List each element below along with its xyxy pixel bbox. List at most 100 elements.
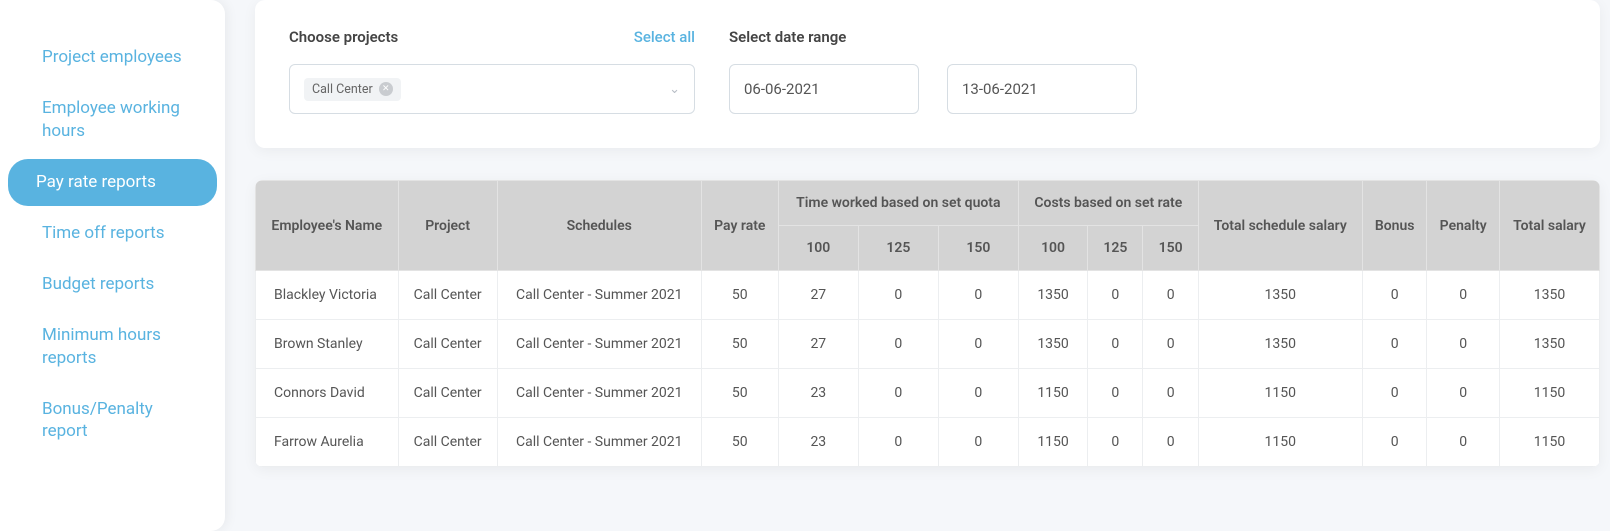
table-head: Employee's Name Project Schedules Pay ra…	[256, 181, 1600, 271]
cell-c150: 0	[1143, 320, 1198, 369]
col-group-time: Time worked based on set quota	[778, 181, 1018, 226]
select-all-link[interactable]: Select all	[634, 28, 695, 46]
cell-t100: 23	[778, 369, 858, 418]
cell-name: Connors David	[256, 369, 399, 418]
col-penalty: Penalty	[1427, 181, 1500, 271]
sidebar-item-project-employees[interactable]: Project employees	[8, 34, 217, 81]
col-t100: 100	[778, 226, 858, 271]
sidebar-item-budget-reports[interactable]: Budget reports	[8, 261, 217, 308]
cell-bonus: 0	[1362, 320, 1427, 369]
col-c150: 150	[1143, 226, 1198, 271]
sidebar-item-minimum-hours-reports[interactable]: Minimum hours reports	[8, 312, 217, 382]
cell-total: 1150	[1499, 418, 1599, 467]
cell-c125: 0	[1088, 369, 1143, 418]
cell-tss: 1350	[1198, 271, 1362, 320]
cell-c100: 1150	[1018, 418, 1087, 467]
cell-t100: 27	[778, 271, 858, 320]
projects-filter-head: Choose projects Select all	[289, 28, 695, 46]
col-c100: 100	[1018, 226, 1087, 271]
sidebar-item-bonus-penalty-report[interactable]: Bonus/Penalty report	[8, 386, 217, 456]
table-row: Connors DavidCall CenterCall Center - Su…	[256, 369, 1600, 418]
sidebar: Project employeesEmployee working hoursP…	[0, 0, 225, 531]
cell-pay-rate: 50	[701, 320, 778, 369]
date-inputs-wrap: 06-06-2021 13-06-2021	[729, 64, 1137, 114]
cell-c125: 0	[1088, 271, 1143, 320]
col-schedules: Schedules	[497, 181, 701, 271]
date-range-head: Select date range	[729, 28, 1137, 46]
cell-bonus: 0	[1362, 418, 1427, 467]
project-chip-label: Call Center	[312, 82, 373, 97]
date-to-value: 13-06-2021	[962, 80, 1038, 98]
cell-t125: 0	[858, 320, 938, 369]
chevron-down-icon: ⌄	[669, 82, 680, 97]
cell-total: 1350	[1499, 320, 1599, 369]
cell-pay-rate: 50	[701, 369, 778, 418]
cell-pay-rate: 50	[701, 418, 778, 467]
report-table-card: Employee's Name Project Schedules Pay ra…	[255, 180, 1600, 467]
cell-total: 1350	[1499, 271, 1599, 320]
cell-t150: 0	[938, 369, 1018, 418]
cell-t150: 0	[938, 320, 1018, 369]
cell-penalty: 0	[1427, 418, 1500, 467]
col-project: Project	[398, 181, 497, 271]
sidebar-item-employee-working-hours[interactable]: Employee working hours	[8, 85, 217, 155]
cell-pay-rate: 50	[701, 271, 778, 320]
cell-project: Call Center	[398, 271, 497, 320]
sidebar-item-time-off-reports[interactable]: Time off reports	[8, 210, 217, 257]
table-row: Farrow AureliaCall CenterCall Center - S…	[256, 418, 1600, 467]
cell-name: Brown Stanley	[256, 320, 399, 369]
cell-c125: 0	[1088, 320, 1143, 369]
cell-t125: 0	[858, 369, 938, 418]
cell-bonus: 0	[1362, 271, 1427, 320]
cell-tss: 1350	[1198, 320, 1362, 369]
date-to-input[interactable]: 13-06-2021	[947, 64, 1137, 114]
table-body: Blackley VictoriaCall CenterCall Center …	[256, 271, 1600, 467]
cell-project: Call Center	[398, 418, 497, 467]
cell-t150: 0	[938, 271, 1018, 320]
cell-t125: 0	[858, 418, 938, 467]
col-total-schedule-salary: Total schedule salary	[1198, 181, 1362, 271]
projects-select[interactable]: Call Center ✕ ⌄	[289, 64, 695, 114]
filter-card: Choose projects Select all Call Center ✕…	[255, 0, 1600, 148]
projects-filter-group: Choose projects Select all Call Center ✕…	[289, 28, 695, 114]
cell-schedule: Call Center - Summer 2021	[497, 320, 701, 369]
cell-total: 1150	[1499, 369, 1599, 418]
col-group-cost: Costs based on set rate	[1018, 181, 1198, 226]
col-bonus: Bonus	[1362, 181, 1427, 271]
cell-schedule: Call Center - Summer 2021	[497, 418, 701, 467]
choose-projects-label: Choose projects	[289, 28, 398, 46]
cell-c150: 0	[1143, 271, 1198, 320]
cell-t125: 0	[858, 271, 938, 320]
project-chip: Call Center ✕	[304, 78, 401, 101]
col-pay-rate: Pay rate	[701, 181, 778, 271]
date-range-group: Select date range 06-06-2021 13-06-2021	[729, 28, 1137, 114]
cell-schedule: Call Center - Summer 2021	[497, 369, 701, 418]
cell-c150: 0	[1143, 418, 1198, 467]
col-employee: Employee's Name	[256, 181, 399, 271]
col-t125: 125	[858, 226, 938, 271]
cell-c125: 0	[1088, 418, 1143, 467]
pay-rate-table: Employee's Name Project Schedules Pay ra…	[255, 180, 1600, 467]
cell-tss: 1150	[1198, 369, 1362, 418]
chip-remove-icon[interactable]: ✕	[379, 82, 393, 96]
cell-t100: 23	[778, 418, 858, 467]
cell-name: Farrow Aurelia	[256, 418, 399, 467]
cell-name: Blackley Victoria	[256, 271, 399, 320]
cell-c100: 1350	[1018, 320, 1087, 369]
cell-c150: 0	[1143, 369, 1198, 418]
cell-c100: 1350	[1018, 271, 1087, 320]
date-range-label: Select date range	[729, 28, 846, 46]
cell-project: Call Center	[398, 369, 497, 418]
table-row: Blackley VictoriaCall CenterCall Center …	[256, 271, 1600, 320]
cell-penalty: 0	[1427, 369, 1500, 418]
sidebar-item-pay-rate-reports[interactable]: Pay rate reports	[8, 159, 217, 206]
col-total-salary: Total salary	[1499, 181, 1599, 271]
cell-schedule: Call Center - Summer 2021	[497, 271, 701, 320]
cell-penalty: 0	[1427, 320, 1500, 369]
date-from-input[interactable]: 06-06-2021	[729, 64, 919, 114]
cell-c100: 1150	[1018, 369, 1087, 418]
cell-bonus: 0	[1362, 369, 1427, 418]
table-row: Brown StanleyCall CenterCall Center - Su…	[256, 320, 1600, 369]
date-from-value: 06-06-2021	[744, 80, 820, 98]
cell-tss: 1150	[1198, 418, 1362, 467]
